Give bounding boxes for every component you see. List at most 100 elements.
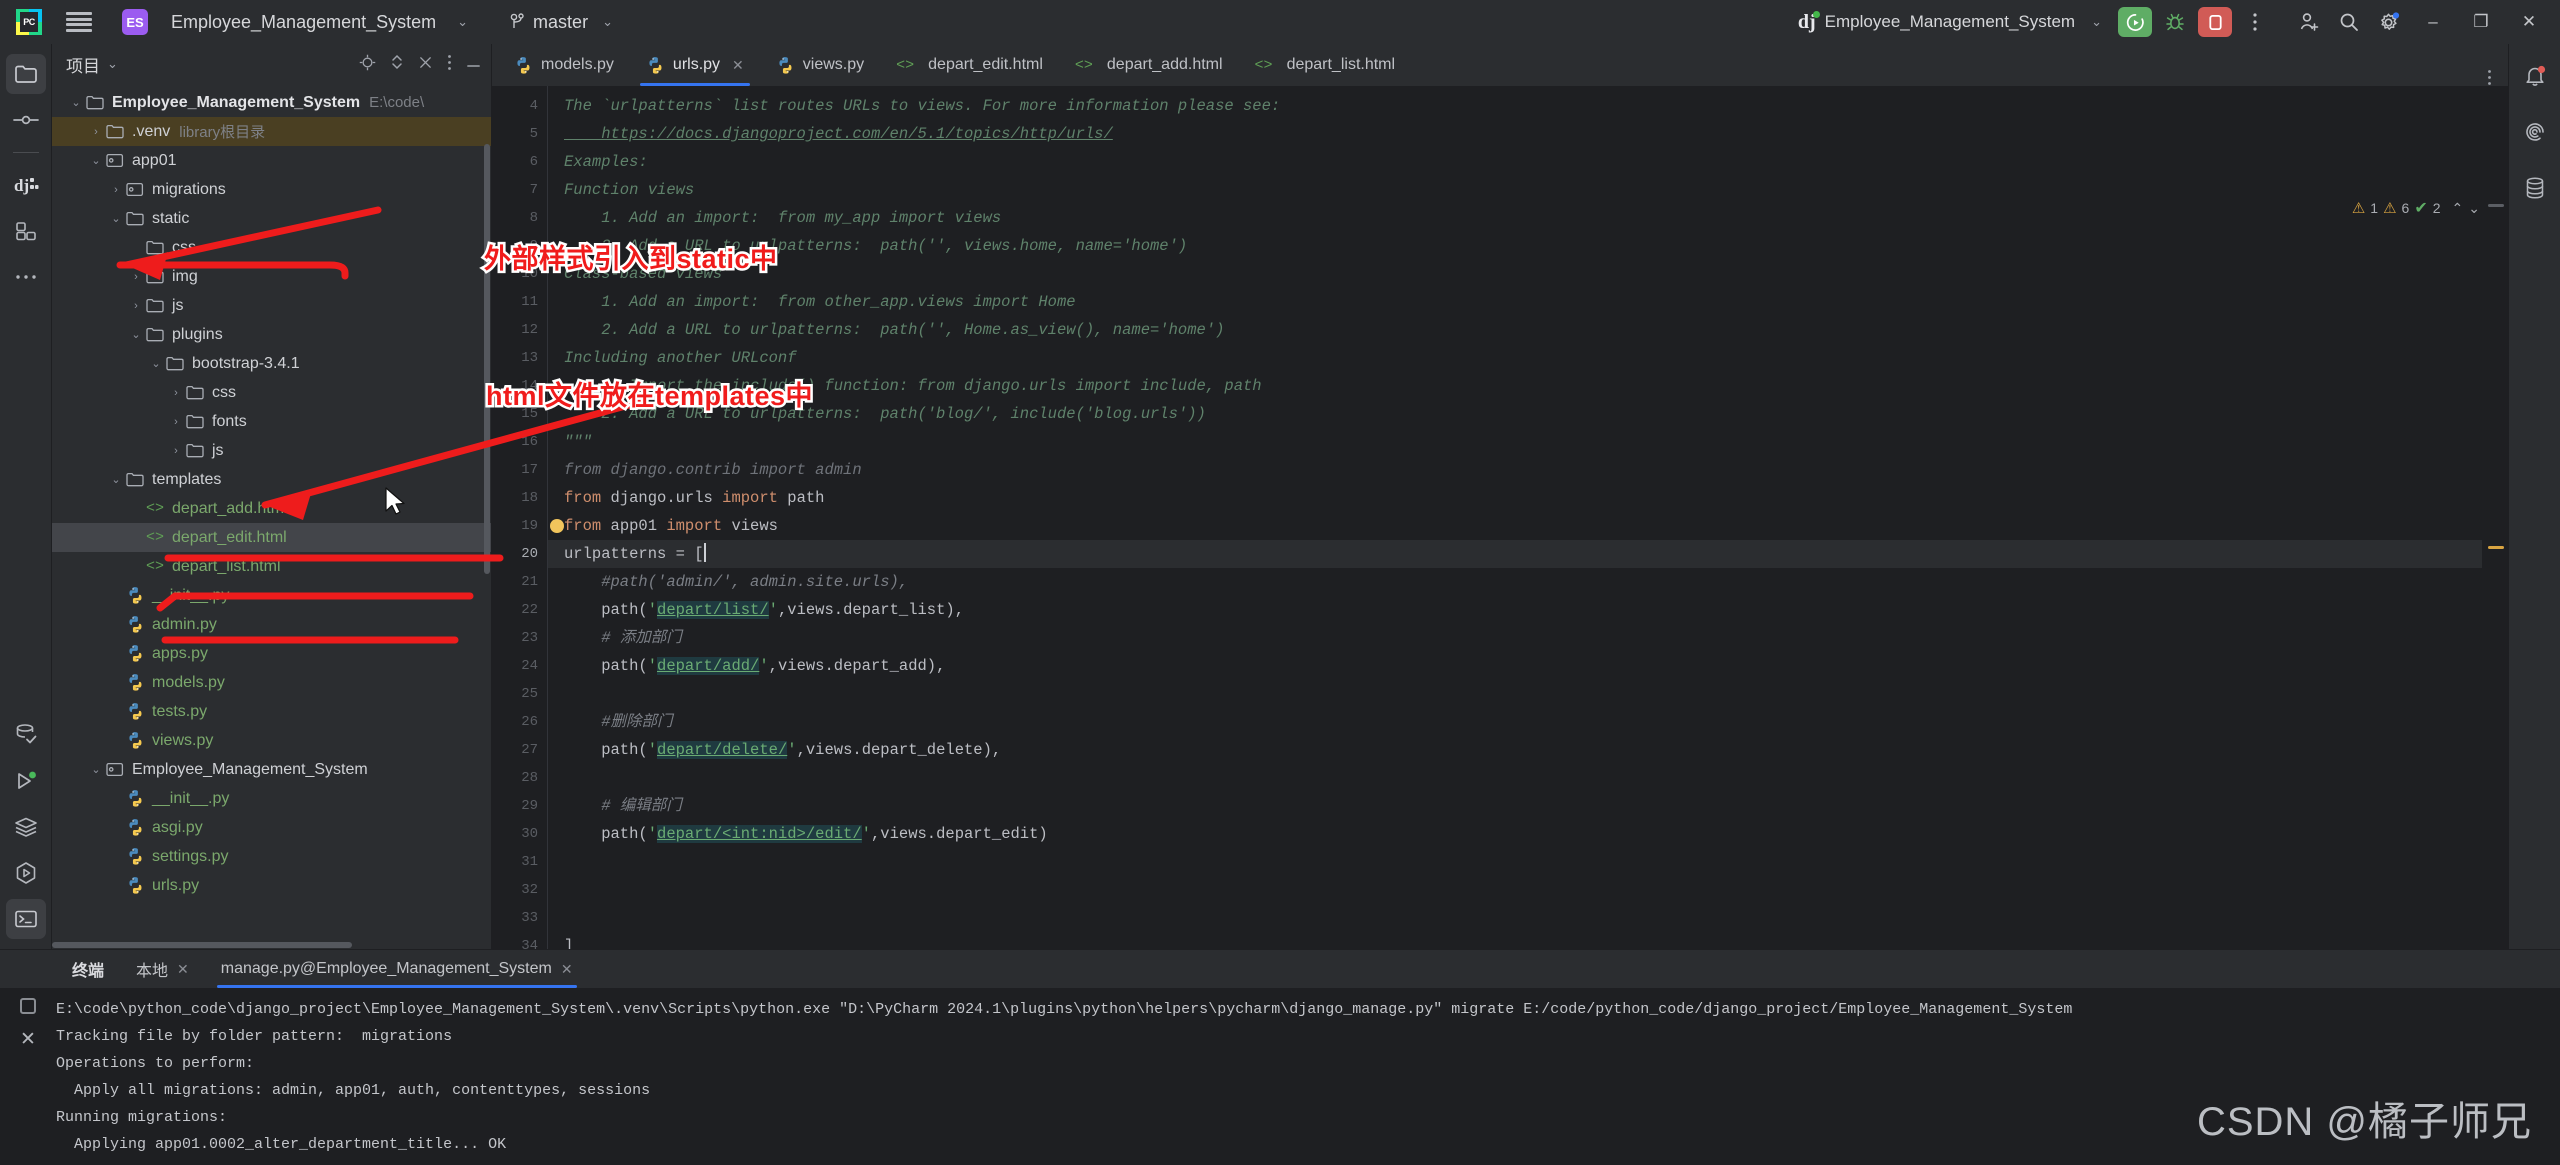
sidebar-item-commit[interactable] <box>6 100 46 140</box>
chevron-down-icon[interactable]: ⌄ <box>106 473 126 486</box>
close-icon[interactable]: ✕ <box>561 961 573 978</box>
code-line[interactable]: Function views <box>548 176 2508 204</box>
tree-node-asgi-py[interactable]: asgi.py <box>52 813 491 842</box>
code-line[interactable]: https://docs.djangoproject.com/en/5.1/to… <box>548 120 2508 148</box>
sidebar-item-plugins[interactable] <box>6 853 46 893</box>
code-line[interactable]: 1. Import the include() function: from d… <box>548 372 2508 400</box>
terminal-tab--[interactable]: 本地 ✕ <box>120 950 205 988</box>
terminal-tabs[interactable]: 终端 本地 ✕ manage.py@Employee_Management_Syste… <box>0 950 2560 988</box>
chevron-down-icon[interactable]: ⌄ <box>106 212 126 225</box>
tree-node-js[interactable]: › js <box>52 291 491 320</box>
editor-code[interactable]: The `urlpatterns` list routes URLs to vi… <box>548 86 2508 949</box>
code-line[interactable]: 1. Add an import: from my_app import vie… <box>548 204 2508 232</box>
tree-node-bootstrap-3-4-1[interactable]: ⌄ bootstrap-3.4.1 <box>52 349 491 378</box>
inspection-status[interactable]: ⚠ 1 ⚠ 6 ✔ 2 ⌃ ⌄ <box>2352 198 2480 218</box>
tree-node--init-py[interactable]: __init__.py <box>52 581 491 610</box>
chevron-down-icon[interactable]: ⌄ <box>146 357 166 370</box>
tree-vscrollbar-thumb[interactable] <box>484 144 490 574</box>
tree-node-img[interactable]: › img <box>52 262 491 291</box>
options-icon[interactable] <box>447 54 452 75</box>
chevron-down-icon[interactable]: ⌄ <box>86 763 106 776</box>
code-line[interactable]: 2. Add a URL to urlpatterns: path('', Ho… <box>548 316 2508 344</box>
notifications-button[interactable] <box>2515 56 2555 96</box>
chevron-right-icon[interactable]: › <box>166 416 186 428</box>
run-configuration-selector[interactable]: dj Employee_Management_System ⌄ <box>1788 10 2112 34</box>
code-line[interactable]: """ <box>548 428 2508 456</box>
tree-node-app01[interactable]: ⌄ app01 <box>52 146 491 175</box>
chevron-down-icon[interactable]: ⌄ <box>457 14 468 30</box>
chevron-right-icon[interactable]: › <box>166 445 186 457</box>
sidebar-item-project[interactable] <box>5 54 46 94</box>
chevron-right-icon[interactable]: › <box>86 126 106 138</box>
tab-depart-add-html[interactable]: <> depart_add.html <box>1059 44 1239 86</box>
tab-views-py[interactable]: views.py <box>760 44 880 86</box>
settings-button[interactable] <box>2372 6 2406 38</box>
tree-node--init-py[interactable]: __init__.py <box>52 784 491 813</box>
editor-tabs-options[interactable] <box>2487 69 2508 86</box>
code-line[interactable] <box>548 876 2508 904</box>
chevron-right-icon[interactable]: › <box>106 184 126 196</box>
expand-collapse-icon[interactable] <box>390 53 404 75</box>
tree-node-employee-management-system[interactable]: ⌄ Employee_Management_System E:\code\ <box>52 88 491 117</box>
maximize-button[interactable]: ❐ <box>2460 4 2502 40</box>
tree-node-urls-py[interactable]: urls.py <box>52 871 491 900</box>
code-line[interactable]: Class-based views <box>548 260 2508 288</box>
tree-node-depart-add-html[interactable]: <> depart_add.html <box>52 494 491 523</box>
sidebar-item-run[interactable] <box>6 761 46 801</box>
close-icon[interactable]: ✕ <box>20 1028 36 1051</box>
code-line[interactable]: 1. Add an import: from other_app.views i… <box>548 288 2508 316</box>
tree-node-admin-py[interactable]: admin.py <box>52 610 491 639</box>
debug-button[interactable] <box>2158 6 2192 38</box>
tree-node-employee-management-system[interactable]: ⌄ Employee_Management_System <box>52 755 491 784</box>
main-menu-icon[interactable] <box>66 12 92 32</box>
run-button[interactable] <box>2118 7 2152 37</box>
code-line[interactable]: path('depart/add/',views.depart_add), <box>548 652 2508 680</box>
code-line[interactable]: path('depart/list/',views.depart_list), <box>548 596 2508 624</box>
code-line[interactable]: path('depart/delete/',views.depart_delet… <box>548 736 2508 764</box>
code-line[interactable] <box>548 848 2508 876</box>
terminal-tab--[interactable]: 终端 <box>56 950 120 988</box>
database-button[interactable] <box>2515 168 2555 208</box>
inspection-sidebar[interactable] <box>2482 86 2508 949</box>
tab-depart-edit-html[interactable]: <> depart_edit.html <box>880 44 1059 86</box>
chevron-right-icon[interactable]: › <box>126 300 146 312</box>
tree-node-fonts[interactable]: › fonts <box>52 407 491 436</box>
chevron-right-icon[interactable]: › <box>126 271 146 283</box>
tab-models-py[interactable]: models.py <box>498 44 630 86</box>
intention-bulb-icon[interactable] <box>550 519 564 533</box>
vcs-branch-widget[interactable]: master ⌄ <box>510 12 613 33</box>
code-line[interactable]: ] <box>548 932 2508 949</box>
code-line[interactable]: The `urlpatterns` list routes URLs to vi… <box>548 92 2508 120</box>
code-line[interactable]: #path('admin/', admin.site.urls), <box>548 568 2508 596</box>
tree-node-static[interactable]: ⌄ static <box>52 204 491 233</box>
tree-node-migrations[interactable]: › migrations <box>52 175 491 204</box>
prev-problem-icon[interactable]: ⌃ <box>2452 200 2464 217</box>
code-line[interactable]: #删除部门 <box>548 708 2508 736</box>
ai-assistant-button[interactable] <box>2515 112 2555 152</box>
code-line[interactable]: 2. Add a URL to urlpatterns: path('', vi… <box>548 232 2508 260</box>
chevron-down-icon[interactable]: ⌄ <box>86 154 106 167</box>
chevron-down-icon[interactable]: ⌄ <box>66 96 86 109</box>
hide-icon[interactable] <box>466 56 481 73</box>
code-line[interactable]: path('depart/<int:nid>/edit/',views.depa… <box>548 820 2508 848</box>
code-line[interactable] <box>548 904 2508 932</box>
code-line[interactable] <box>548 680 2508 708</box>
code-line[interactable]: from app01 import views <box>548 512 2508 540</box>
tree-node--venv[interactable]: › .venv library根目录 <box>52 117 491 146</box>
code-line[interactable] <box>548 764 2508 792</box>
close-icon[interactable]: ✕ <box>732 57 744 74</box>
next-problem-icon[interactable]: ⌄ <box>2468 200 2480 217</box>
tab-depart-list-html[interactable]: <> depart_list.html <box>1239 44 1412 86</box>
tree-node-plugins[interactable]: ⌄ plugins <box>52 320 491 349</box>
tree-node-apps-py[interactable]: apps.py <box>52 639 491 668</box>
code-line[interactable]: Examples: <box>548 148 2508 176</box>
editor-tabs[interactable]: models.py urls.py ✕ views.py <> depart_edit.h… <box>492 44 2508 86</box>
code-line[interactable]: from django.contrib import admin <box>548 456 2508 484</box>
minimize-button[interactable]: – <box>2412 4 2454 40</box>
tree-node-css[interactable]: › css <box>52 378 491 407</box>
sidebar-item-more[interactable] <box>6 257 46 297</box>
tree-hscrollbar-track[interactable] <box>52 940 491 949</box>
tree-node-tests-py[interactable]: tests.py <box>52 697 491 726</box>
code-line[interactable]: # 编辑部门 <box>548 792 2508 820</box>
chevron-right-icon[interactable]: › <box>166 387 186 399</box>
